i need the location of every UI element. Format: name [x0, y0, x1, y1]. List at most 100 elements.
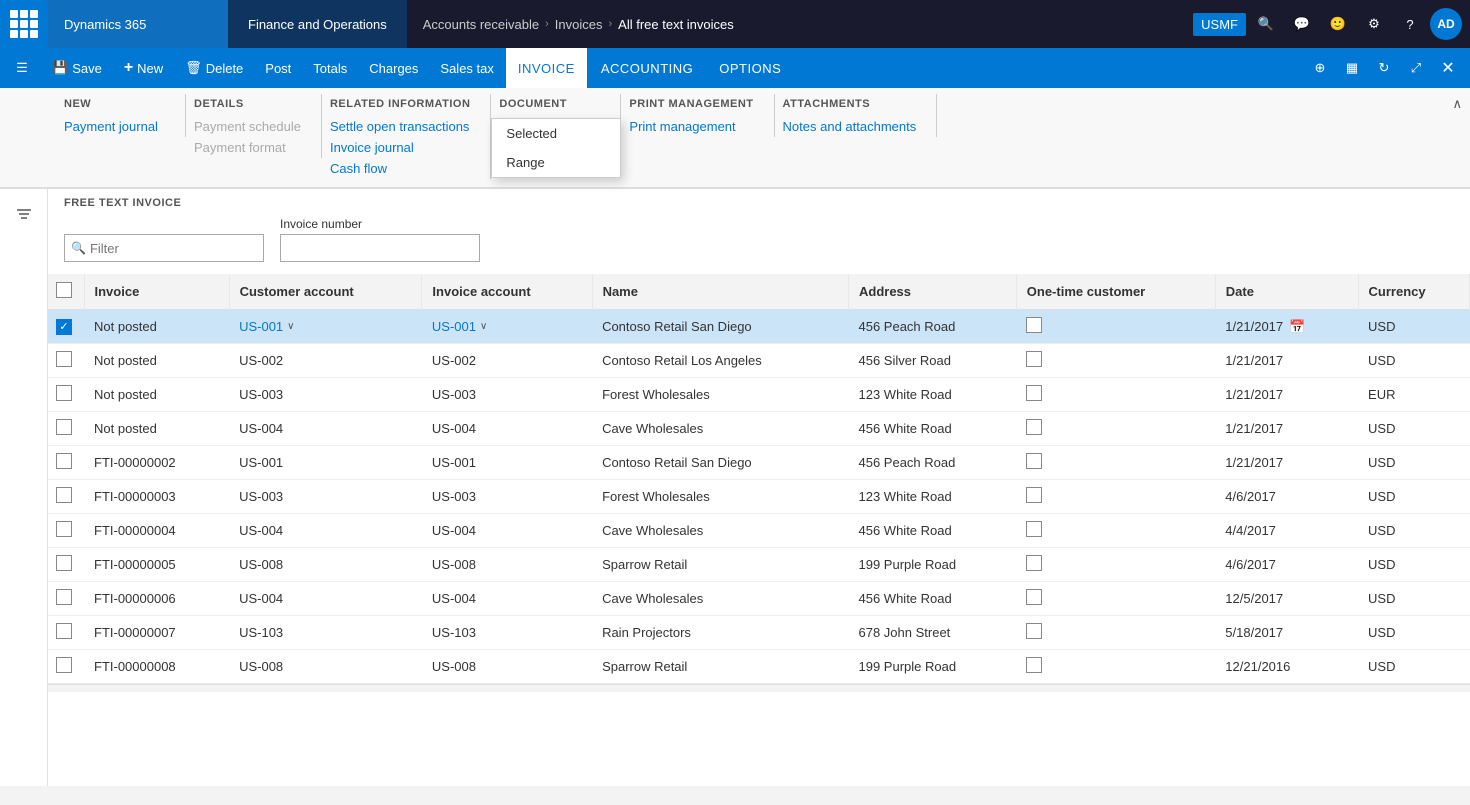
charges-button[interactable]: Charges: [359, 52, 428, 84]
table-row: FTI-00000002US-001US-001Contoso Retail S…: [48, 446, 1470, 480]
chat-icon[interactable]: 💬: [1286, 8, 1318, 40]
invoice-cell[interactable]: FTI-00000008: [84, 650, 229, 684]
breadcrumb-item-ar[interactable]: Accounts receivable: [423, 17, 539, 32]
invoice-cell[interactable]: FTI-00000007: [84, 616, 229, 650]
hamburger-button[interactable]: ☰: [4, 50, 40, 86]
filter-input[interactable]: [90, 241, 257, 256]
post-button[interactable]: Post: [255, 52, 301, 84]
name-cell: Forest Wholesales: [592, 378, 848, 412]
company-selector[interactable]: USMF: [1193, 13, 1246, 36]
onetime-cell: [1016, 446, 1215, 480]
search-icon[interactable]: 🔍: [1250, 8, 1282, 40]
ribbon-section-new: NEW Payment journal: [56, 94, 186, 137]
row-checkbox[interactable]: [56, 555, 72, 571]
onetime-checkbox[interactable]: [1026, 657, 1042, 673]
row-checkbox[interactable]: [56, 351, 72, 367]
row-checkbox[interactable]: [56, 419, 72, 435]
invoice-account-arrow[interactable]: ∨: [480, 321, 487, 332]
settings-icon[interactable]: ⚙: [1358, 8, 1390, 40]
name-cell[interactable]: Cave Wholesales: [592, 514, 848, 548]
help-icon[interactable]: ?: [1394, 8, 1426, 40]
notes-attachments-item[interactable]: Notes and attachments: [783, 116, 917, 137]
popout-icon[interactable]: ⤢: [1402, 54, 1430, 82]
invoice-number-input[interactable]: [280, 234, 480, 262]
select-all-checkbox[interactable]: [56, 282, 72, 298]
onetime-checkbox[interactable]: [1026, 453, 1042, 469]
row-checkbox[interactable]: [56, 453, 72, 469]
invoice-account-select[interactable]: US-001∨: [432, 319, 582, 334]
row-checkbox[interactable]: [56, 385, 72, 401]
salestax-button[interactable]: Sales tax: [430, 52, 503, 84]
refresh-icon[interactable]: ↻: [1370, 54, 1398, 82]
save-button[interactable]: 💾 Save: [42, 52, 112, 84]
row-checkbox[interactable]: [56, 623, 72, 639]
onetime-checkbox[interactable]: [1026, 487, 1042, 503]
invoice-cell[interactable]: FTI-00000003: [84, 480, 229, 514]
onetime-checkbox[interactable]: [1026, 623, 1042, 639]
tab-invoice[interactable]: INVOICE: [506, 48, 587, 88]
smiley-icon[interactable]: 🙂: [1322, 8, 1354, 40]
fti-filters: 🔍 Invoice number: [64, 209, 1454, 270]
table-row: Not postedUS-004US-004Cave Wholesales456…: [48, 412, 1470, 446]
app-logo[interactable]: [0, 0, 48, 48]
office-icon[interactable]: ▦: [1338, 54, 1366, 82]
name-cell[interactable]: Sparrow Retail: [592, 650, 848, 684]
totals-button[interactable]: Totals: [303, 52, 357, 84]
pin-icon[interactable]: ⊕: [1306, 54, 1334, 82]
onetime-checkbox[interactable]: [1026, 521, 1042, 537]
row-checkbox[interactable]: [56, 657, 72, 673]
row-checkbox[interactable]: [56, 487, 72, 503]
invoice-cell[interactable]: FTI-00000005: [84, 548, 229, 582]
onetime-checkbox[interactable]: [1026, 351, 1042, 367]
row-checkbox-cell: [48, 616, 84, 650]
row-checkbox[interactable]: [56, 589, 72, 605]
name-cell[interactable]: Contoso Retail San Diego: [592, 446, 848, 480]
name-cell[interactable]: Forest Wholesales: [592, 480, 848, 514]
collapse-ribbon-button[interactable]: ∧: [1452, 96, 1462, 112]
currency-cell: USD: [1358, 548, 1469, 582]
print-management-item[interactable]: Print management: [629, 116, 753, 137]
sidebar-filter-icon[interactable]: [6, 197, 42, 233]
left-sidebar: [0, 189, 48, 786]
print-selected-item[interactable]: Selected: [492, 119, 620, 148]
name-cell[interactable]: Cave Wholesales: [592, 582, 848, 616]
close-icon[interactable]: ✕: [1434, 54, 1462, 82]
customer-account-arrow[interactable]: ∨: [287, 321, 294, 332]
breadcrumb-item-invoices[interactable]: Invoices: [555, 17, 603, 32]
customer-account-cell: US-002: [229, 344, 422, 378]
currency-cell: USD: [1358, 480, 1469, 514]
filter-input-wrapper[interactable]: 🔍: [64, 234, 264, 262]
onetime-checkbox[interactable]: [1026, 555, 1042, 571]
cash-flow-item[interactable]: Cash flow: [330, 158, 470, 179]
settle-open-item[interactable]: Settle open transactions: [330, 116, 470, 137]
onetime-checkbox[interactable]: [1026, 317, 1042, 333]
name-cell[interactable]: Sparrow Retail: [592, 548, 848, 582]
invoice-cell[interactable]: FTI-00000006: [84, 582, 229, 616]
invoice-cell[interactable]: FTI-00000002: [84, 446, 229, 480]
row-checkbox[interactable]: [56, 521, 72, 537]
user-avatar[interactable]: AD: [1430, 8, 1462, 40]
col-invoice: Invoice: [84, 274, 229, 310]
payment-journal-item[interactable]: Payment journal: [64, 116, 165, 137]
invoices-table: Invoice Customer account Invoice account…: [48, 274, 1470, 684]
tab-options[interactable]: OPTIONS: [707, 48, 793, 88]
customer-account-select[interactable]: US-001∨: [239, 319, 412, 334]
currency-cell: USD: [1358, 412, 1469, 446]
onetime-checkbox[interactable]: [1026, 419, 1042, 435]
invoice-cell[interactable]: FTI-00000004: [84, 514, 229, 548]
onetime-checkbox[interactable]: [1026, 589, 1042, 605]
name-cell: Cave Wholesales: [592, 412, 848, 446]
onetime-checkbox[interactable]: [1026, 385, 1042, 401]
address-cell: 456 Silver Road: [849, 344, 1017, 378]
invoice-journal-item[interactable]: Invoice journal: [330, 137, 470, 158]
new-button[interactable]: + New: [114, 52, 173, 84]
calendar-icon[interactable]: 📅: [1289, 319, 1305, 335]
tab-accounting[interactable]: ACCOUNTING: [589, 48, 705, 88]
name-cell[interactable]: Rain Projectors: [592, 616, 848, 650]
invoice-cell: Not posted: [84, 412, 229, 446]
horizontal-scrollbar[interactable]: [48, 684, 1470, 692]
print-range-item[interactable]: Range: [492, 148, 620, 177]
delete-button[interactable]: 🗑 Delete: [175, 52, 253, 84]
dynamics-brand[interactable]: Dynamics 365: [48, 0, 228, 48]
row-checkbox[interactable]: [56, 319, 72, 335]
